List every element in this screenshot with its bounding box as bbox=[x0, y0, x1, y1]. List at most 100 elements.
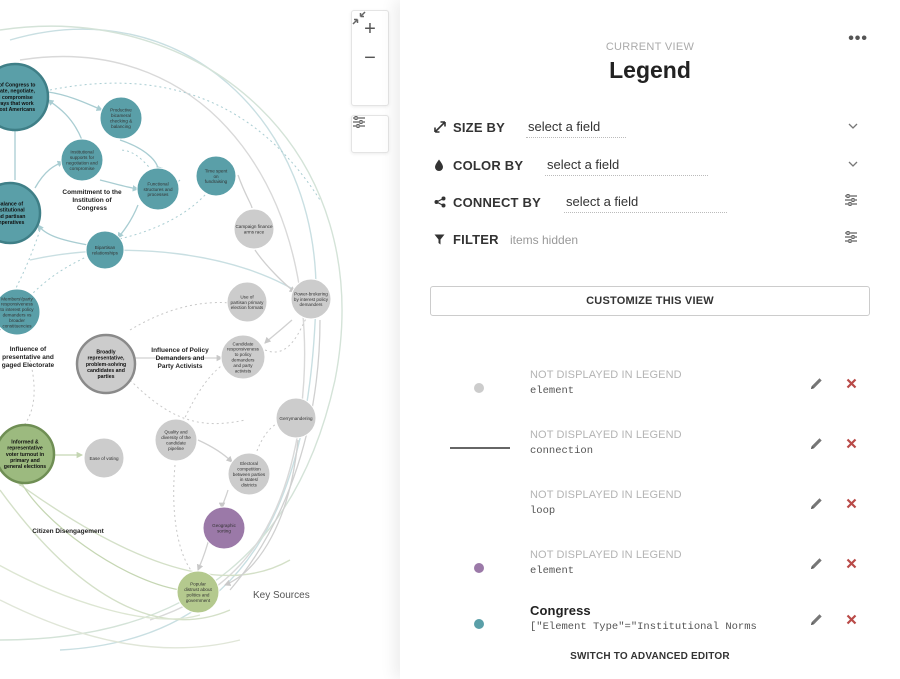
map-node-label: parties bbox=[97, 374, 114, 380]
map-node-label: Institutional bbox=[70, 150, 93, 155]
cluster-label-influence-policy: Party Activists bbox=[158, 363, 203, 370]
map-node-label: demanders bbox=[300, 302, 324, 307]
delete-x-icon[interactable] bbox=[846, 612, 857, 629]
switch-advanced-editor-button[interactable]: SWITCH TO ADVANCED EDITOR bbox=[400, 651, 900, 662]
pencil-icon[interactable] bbox=[810, 377, 824, 391]
map-node-label: Functional bbox=[147, 181, 168, 186]
color-by-select[interactable]: select a field bbox=[545, 154, 708, 176]
map-node-geographic[interactable]: Geographicsorting bbox=[202, 506, 246, 550]
map-node-label: Power-brokering bbox=[294, 291, 328, 296]
legend-item: NOT DISPLAYED IN LEGEND element bbox=[400, 549, 900, 599]
map-node-label: demanders bbox=[232, 358, 256, 363]
map-node-popular[interactable]: Populardistrust aboutpolitics andgovernm… bbox=[176, 570, 220, 614]
connect-by-select[interactable]: select a field bbox=[564, 191, 727, 213]
delete-x-icon[interactable] bbox=[846, 496, 857, 513]
map-node-bipartisan[interactable]: Bipartisanrelationships bbox=[85, 230, 125, 270]
map-node-label: Ease of voting bbox=[89, 456, 119, 461]
legend-item: NOT DISPLAYED IN LEGEND element bbox=[400, 369, 900, 419]
delete-x-icon[interactable] bbox=[846, 436, 857, 453]
delete-x-icon[interactable] bbox=[846, 556, 857, 573]
map-node-productive[interactable]: Productivebicameralchecking &balancing bbox=[99, 96, 143, 140]
map-node-label: Bipartisan bbox=[95, 245, 116, 250]
customize-view-button[interactable]: CUSTOMIZE THIS VIEW bbox=[430, 286, 870, 316]
map-node-label: Gerrymandering bbox=[279, 416, 313, 421]
map-node-label: negotiation and bbox=[66, 161, 98, 166]
map-node-label: relationships bbox=[92, 251, 118, 256]
map-node-label: and party bbox=[233, 363, 253, 368]
legend-item-title: NOT DISPLAYED IN LEGEND bbox=[530, 549, 682, 561]
legend-item-title: NOT DISPLAYED IN LEGEND bbox=[530, 489, 682, 501]
map-node-label: y of Congress to bbox=[0, 82, 35, 88]
compress-icon bbox=[352, 11, 366, 25]
size-by-select[interactable]: select a field bbox=[526, 116, 626, 138]
map-node-label: structures and bbox=[143, 187, 173, 192]
map-node-label: checking & bbox=[110, 119, 132, 124]
map-node-label: institutional bbox=[0, 208, 25, 214]
filter-status[interactable]: items hidden bbox=[510, 233, 578, 247]
legend-panel: ••• CURRENT VIEW Legend SIZE BY select a… bbox=[400, 0, 900, 679]
pencil-icon[interactable] bbox=[810, 557, 824, 571]
map-node-members[interactable]: Members'/partyresponsivenessto interest … bbox=[0, 288, 41, 336]
map-node-label: broader bbox=[9, 318, 25, 323]
map-node-label: responsiveness bbox=[227, 347, 260, 352]
map-node-broadly[interactable]: Broadlyrepresentative,problem-solvingcan… bbox=[75, 333, 137, 395]
filter-settings-icon[interactable] bbox=[844, 231, 858, 246]
map-node-label: Members'/party bbox=[1, 296, 33, 301]
map-node-functional[interactable]: Functionalstructures andprocesses bbox=[136, 167, 180, 211]
map-node-label: distrust about bbox=[184, 587, 212, 592]
map-node-gerrymander[interactable]: Gerrymandering bbox=[275, 397, 317, 439]
map-node-quality[interactable]: Quality anddiversity of thecandidatepipe… bbox=[154, 418, 198, 462]
color-by-chevron-icon[interactable] bbox=[848, 157, 858, 171]
map-node-label: primary and bbox=[10, 458, 40, 464]
map-node-label: processes bbox=[148, 192, 170, 197]
map-node-label: Balance of bbox=[0, 202, 23, 208]
map-node-candidate[interactable]: Candidateresponsivenessto policydemander… bbox=[220, 334, 266, 380]
legend-item-title: Congress bbox=[530, 603, 591, 618]
connect-by-settings-icon[interactable] bbox=[844, 194, 858, 209]
system-map-svg[interactable]: y of Congress toerate, negotiate,d compr… bbox=[0, 0, 400, 679]
size-by-chevron-icon[interactable] bbox=[848, 119, 858, 133]
minus-icon: − bbox=[364, 47, 376, 69]
map-node-label: politics and bbox=[187, 593, 210, 598]
map-node-balance[interactable]: Balance ofinstitutionaland partisanimper… bbox=[0, 181, 42, 245]
map-node-label: diversity of the bbox=[161, 435, 191, 440]
map-node-label: compromise bbox=[69, 166, 94, 171]
map-node-timespent[interactable]: Time spentonfundraising bbox=[195, 155, 237, 197]
map-node-powerbroker[interactable]: Power-brokeringby interest policydemande… bbox=[290, 278, 332, 320]
cluster-label-commitment: Commitment to the bbox=[62, 189, 122, 196]
pencil-icon[interactable] bbox=[810, 437, 824, 451]
legend-item-query: element bbox=[530, 385, 575, 397]
legend-item-query: element bbox=[530, 565, 575, 577]
map-node-label: by interest policy bbox=[294, 297, 329, 302]
legend-item-query: loop bbox=[530, 505, 556, 517]
legend-item: NOT DISPLAYED IN LEGEND connection bbox=[400, 429, 900, 479]
map-node-campaign[interactable]: Campaign financearms race bbox=[233, 208, 275, 250]
map-node-congress[interactable]: y of Congress toerate, negotiate,d compr… bbox=[0, 62, 50, 132]
map-node-usepartisan[interactable]: Use ofpartisan primaryelection formats bbox=[226, 281, 268, 323]
map-node-label: voter turnout in bbox=[6, 452, 44, 458]
map-settings-button[interactable] bbox=[351, 115, 389, 153]
system-map-canvas[interactable]: y of Congress toerate, negotiate,d compr… bbox=[0, 0, 400, 679]
legend-item-query: ["Element Type"="Institutional Norms bbox=[530, 621, 757, 633]
map-node-institutional[interactable]: Institutionalsupports fornegotiation and… bbox=[60, 138, 104, 182]
map-node-label: districts bbox=[241, 483, 257, 488]
legend-item: NOT DISPLAYED IN LEGEND loop bbox=[400, 489, 900, 539]
dotted-links bbox=[0, 82, 321, 576]
zoom-out-button[interactable]: − bbox=[352, 44, 388, 73]
map-node-easevoting[interactable]: Ease of voting bbox=[83, 437, 125, 479]
cluster-label-influence-policy: Demanders and bbox=[156, 355, 205, 362]
map-node-informed[interactable]: Informed &representativevoter turnout in… bbox=[0, 423, 56, 485]
fit-view-button[interactable] bbox=[352, 11, 388, 102]
pencil-icon[interactable] bbox=[810, 613, 824, 627]
map-node-electoral[interactable]: Electoralcompetitionbetween partiesin st… bbox=[227, 452, 271, 496]
map-node-label: election formats bbox=[231, 305, 264, 310]
cluster-label-commitment: Congress bbox=[77, 205, 107, 212]
size-by-row: SIZE BY bbox=[434, 116, 505, 138]
pencil-icon[interactable] bbox=[810, 497, 824, 511]
delete-x-icon[interactable] bbox=[846, 376, 857, 393]
color-by-label: COLOR BY bbox=[453, 157, 524, 173]
key-sources-label[interactable]: Key Sources bbox=[253, 590, 310, 601]
legend-item: Congress ["Element Type"="Institutional N… bbox=[400, 603, 900, 655]
map-node-label: Use of bbox=[240, 294, 254, 299]
legend-swatch-dot bbox=[474, 383, 484, 393]
